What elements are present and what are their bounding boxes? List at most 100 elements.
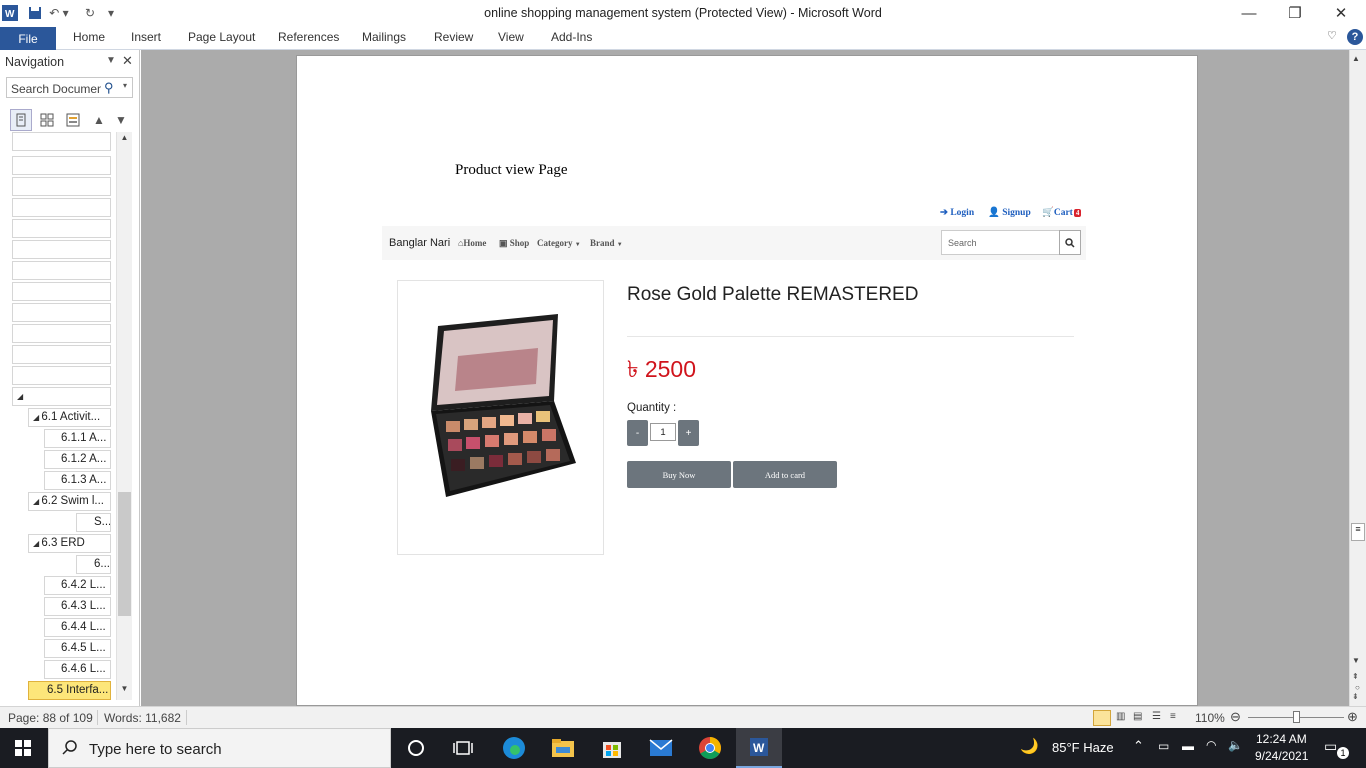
tab-review[interactable]: Review	[434, 30, 473, 44]
web-layout-icon[interactable]: ▤	[1133, 711, 1142, 722]
site-search-button[interactable]	[1059, 230, 1081, 255]
nav-brand-dropdown[interactable]: Brand ▼	[590, 238, 623, 248]
list-item[interactable]	[12, 240, 111, 259]
list-item[interactable]: S...	[76, 513, 111, 532]
nav-scrollbar[interactable]: ▲ ▼	[116, 132, 132, 700]
mail-icon[interactable]	[638, 728, 684, 768]
store-icon[interactable]	[589, 728, 635, 768]
volume-icon[interactable]: 🔈	[1228, 738, 1243, 752]
list-item[interactable]	[12, 177, 111, 196]
quantity-decrease-button[interactable]: -	[627, 420, 648, 446]
next-page-icon[interactable]: ⇟	[1352, 692, 1359, 701]
scroll-down-icon[interactable]: ▼	[118, 684, 131, 700]
notification-center-icon[interactable]: ▭	[1324, 738, 1337, 755]
nav-close-icon[interactable]: ✕	[122, 53, 133, 69]
list-item[interactable]	[12, 156, 111, 175]
list-item[interactable]	[12, 132, 111, 151]
previous-heading-icon[interactable]: ▲	[88, 109, 110, 131]
word-taskbar-icon[interactable]: W	[736, 728, 782, 768]
pages-view-icon[interactable]	[36, 109, 58, 131]
zoom-slider-thumb[interactable]	[1293, 711, 1300, 723]
wifi-icon[interactable]: ◠	[1206, 738, 1216, 752]
list-item[interactable]: 6.4.4 L...	[44, 618, 111, 637]
nav-home-link[interactable]: ⌂Home	[458, 238, 486, 248]
windows-start-icon[interactable]	[0, 728, 46, 768]
signup-link[interactable]: 👤 Signup	[988, 207, 1031, 218]
list-item[interactable]: ◢ 6.1 Activit...	[28, 408, 111, 427]
clock-time[interactable]: 12:24 AM	[1256, 732, 1307, 746]
full-screen-reading-icon[interactable]: ▥	[1116, 711, 1125, 722]
list-item[interactable]	[12, 345, 111, 364]
nav-search-input[interactable]: Search Documen ⚲ ▾	[6, 77, 133, 98]
add-to-cart-button[interactable]: Add to card	[733, 461, 837, 488]
site-brand[interactable]: Banglar Nari	[389, 237, 450, 249]
list-item[interactable]	[12, 324, 111, 343]
collapse-ribbon-icon[interactable]: ♡	[1327, 29, 1337, 42]
scroll-up-icon[interactable]: ▲	[118, 133, 131, 149]
list-item[interactable]: 6...	[76, 555, 111, 574]
list-item[interactable]	[12, 261, 111, 280]
site-search-input[interactable]: Search	[941, 230, 1060, 255]
zoom-out-icon[interactable]: ⊖	[1230, 709, 1241, 725]
cortana-icon[interactable]	[393, 728, 439, 768]
list-item[interactable]	[12, 366, 111, 385]
nav-category-dropdown[interactable]: Category ▼	[537, 238, 581, 248]
page-count[interactable]: Page: 88 of 109	[8, 711, 93, 725]
search-dropdown-icon[interactable]: ▾	[123, 81, 127, 90]
tab-home[interactable]: Home	[73, 30, 105, 44]
chrome-icon[interactable]	[687, 728, 733, 768]
list-item[interactable]: 6.4.2 L...	[44, 576, 111, 595]
restore-button[interactable]: ❐	[1272, 2, 1318, 24]
scroll-thumb[interactable]	[118, 492, 131, 616]
word-count[interactable]: Words: 11,682	[104, 711, 181, 725]
headings-view-icon[interactable]	[10, 109, 32, 131]
tab-view[interactable]: View	[498, 30, 524, 44]
document-scrollbar[interactable]: ▲ ≡ ▼ ⇞ ○ ⇟	[1349, 50, 1366, 706]
weather-text[interactable]: 85°F Haze	[1052, 740, 1114, 755]
list-item[interactable]	[12, 219, 111, 238]
outline-icon[interactable]: ☰	[1152, 711, 1161, 722]
buy-now-button[interactable]: Buy Now	[627, 461, 731, 488]
zoom-in-icon[interactable]: ⊕	[1347, 709, 1358, 725]
print-layout-icon[interactable]	[1093, 710, 1111, 726]
clock-date[interactable]: 9/24/2021	[1255, 749, 1308, 763]
list-item[interactable]	[12, 198, 111, 217]
show-hidden-icons-icon[interactable]: ⌃	[1133, 738, 1144, 754]
quantity-increase-button[interactable]: +	[678, 420, 699, 446]
next-heading-icon[interactable]: ▼	[110, 109, 132, 131]
select-browse-object-icon[interactable]: ○	[1355, 683, 1360, 692]
taskbar-search-input[interactable]: Type here to search	[48, 728, 391, 768]
list-item[interactable]: ◢ 6.2 Swim l...	[28, 492, 111, 511]
list-item[interactable]: 6.4.3 L...	[44, 597, 111, 616]
list-item[interactable]: ◢	[12, 387, 111, 406]
tab-mailings[interactable]: Mailings	[362, 30, 406, 44]
list-item[interactable]: 6.4.6 L...	[44, 660, 111, 679]
draft-icon[interactable]: ≡	[1170, 711, 1176, 722]
edge-icon[interactable]	[491, 728, 537, 768]
zoom-level[interactable]: 110%	[1195, 711, 1225, 725]
search-icon[interactable]: ⚲	[104, 80, 114, 96]
tab-add-ins[interactable]: Add-Ins	[551, 30, 592, 44]
expand-triangle-icon[interactable]: ◢	[17, 392, 23, 401]
tab-file[interactable]: File	[0, 27, 56, 50]
task-view-icon[interactable]	[440, 728, 486, 768]
list-item[interactable]: 6.1.1 A...	[44, 429, 111, 448]
minimize-button[interactable]: —	[1226, 2, 1272, 24]
scroll-up-icon[interactable]: ▲	[1352, 54, 1360, 63]
tab-insert[interactable]: Insert	[131, 30, 161, 44]
quantity-input[interactable]: 1	[650, 423, 676, 441]
help-icon[interactable]: ?	[1347, 29, 1363, 45]
list-item[interactable]	[12, 282, 111, 301]
cart-link[interactable]: 🛒Cart 4	[1042, 207, 1082, 218]
tab-page-layout[interactable]: Page Layout	[188, 30, 255, 44]
nav-shop-link[interactable]: ▣ Shop	[499, 238, 529, 249]
list-item-selected[interactable]: 6.5 Interfa...	[28, 681, 111, 700]
list-item[interactable]: 6.1.3 A...	[44, 471, 111, 490]
login-link[interactable]: ➔ Login	[940, 207, 974, 218]
list-item[interactable]: 6.4.5 L...	[44, 639, 111, 658]
nav-options-icon[interactable]: ▼	[106, 55, 116, 66]
results-view-icon[interactable]	[62, 109, 84, 131]
weather-icon[interactable]: 🌙	[1020, 737, 1039, 755]
meet-now-icon[interactable]: ▭	[1158, 739, 1169, 753]
close-button[interactable]: ✕	[1318, 2, 1364, 24]
